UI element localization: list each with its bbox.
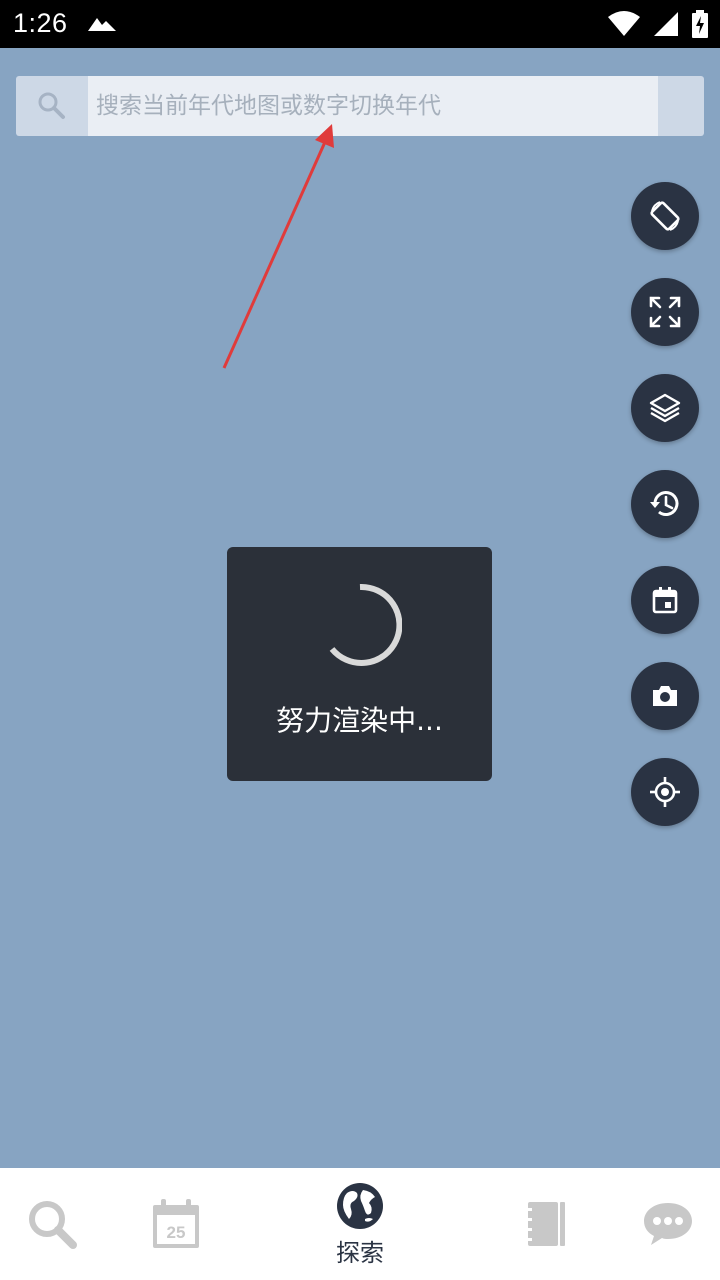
nav-chat[interactable] [608,1168,720,1280]
search-icon[interactable] [36,90,66,124]
globe-icon [337,1182,383,1229]
camera-button[interactable] [631,662,699,730]
nav-notebook[interactable] [484,1168,604,1280]
my-location-button[interactable] [631,758,699,826]
chat-icon [644,1203,692,1245]
notification-mountain-icon [88,14,116,36]
status-bar: 1:26 [0,0,720,48]
layers-button[interactable] [631,374,699,442]
nav-explore[interactable]: 探索 [300,1168,420,1280]
nav-search[interactable] [0,1168,112,1280]
bottom-nav: 25 探索 [0,1168,720,1280]
fullscreen-button[interactable] [631,278,699,346]
search-icon [29,1201,77,1249]
loading-text: 努力渲染中... [276,704,443,737]
wifi-icon [608,11,640,41]
layers-icon [649,393,681,423]
history-button[interactable] [631,470,699,538]
rotate-screen-icon [650,201,680,231]
battery-charging-icon [692,10,708,42]
rotate-screen-button[interactable] [631,182,699,250]
nav-calendar[interactable]: 25 [116,1168,236,1280]
my-location-icon [650,777,680,807]
status-time: 1:26 [13,8,68,38]
nav-explore-label: 探索 [336,1238,384,1267]
search-bar[interactable] [16,76,704,136]
loading-spinner-icon [329,583,402,666]
camera-icon [653,686,677,706]
fullscreen-icon [649,296,681,328]
calendar-badge: 25 [167,1223,186,1242]
search-input[interactable] [88,76,658,136]
calendar-button[interactable] [631,566,699,634]
history-icon [650,491,679,516]
calendar-icon [652,587,678,614]
loading-dialog: 努力渲染中... [227,547,492,781]
signal-icon [654,11,678,41]
notebook-icon [524,1202,565,1246]
calendar-icon: 25 [153,1199,199,1248]
status-icons [608,10,708,42]
